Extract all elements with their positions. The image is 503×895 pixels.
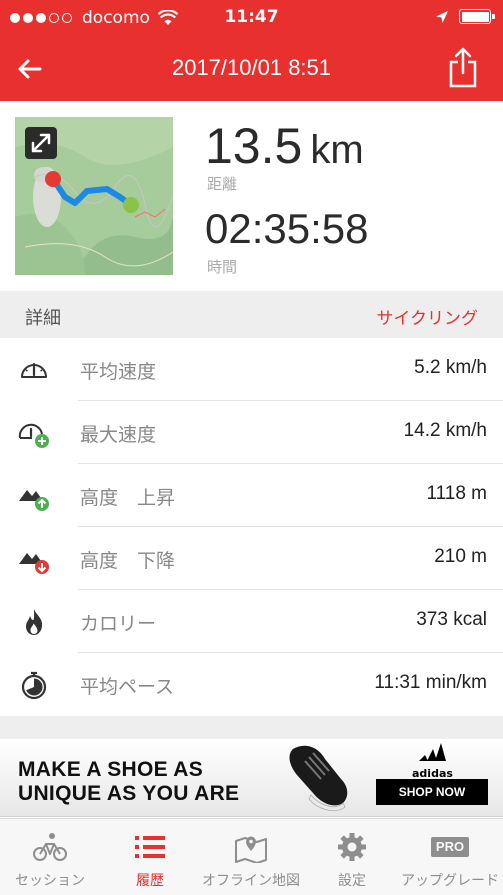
tab-session[interactable]: セッション	[0, 819, 100, 895]
detail-row-avg-speed: 平均速度 5.2 km/h	[0, 338, 503, 401]
page-title: 2017/10/01 8:51	[171, 55, 332, 80]
ad-headline-line-2: UNIQUE AS YOU ARE	[18, 782, 240, 805]
distance-value: 13.5 km	[205, 117, 364, 175]
tab-label: 履歴	[136, 873, 164, 889]
detail-label: 最大速度	[80, 424, 157, 446]
expand-map-icon[interactable]	[25, 127, 57, 159]
cyclist-icon	[33, 833, 67, 861]
details-section-header: 詳細 サイクリング	[0, 291, 503, 338]
detail-value: 14.2 km/h	[403, 420, 487, 441]
list-icon	[135, 836, 165, 858]
detail-label: 平均速度	[80, 361, 157, 383]
pro-badge-text: PRO	[435, 839, 465, 854]
tab-label: 設定	[338, 873, 366, 889]
status-time: 11:47	[224, 7, 279, 27]
nav-bar: 2017/10/01 8:51	[0, 36, 503, 101]
share-icon[interactable]	[447, 46, 479, 88]
distance-unit: km	[310, 128, 364, 172]
tab-label: オフライン地図	[202, 873, 300, 889]
detail-label: 高度 下降	[80, 550, 176, 572]
duration-value: 02:35:58	[205, 205, 369, 252]
speedometer-icon	[21, 363, 47, 378]
status-right	[435, 9, 495, 24]
details-title: 詳細	[25, 308, 61, 329]
tab-label: セッション	[15, 873, 85, 889]
shoe-image	[289, 745, 348, 812]
detail-value: 373 kcal	[416, 609, 487, 630]
detail-row-elevation-loss: 高度 下降 210 m	[0, 527, 503, 590]
activity-type-link[interactable]: サイクリング	[376, 304, 478, 329]
ad-spacer	[0, 716, 503, 739]
map-pin-icon	[235, 836, 267, 863]
detail-value: 11:31 min/km	[374, 672, 487, 693]
detail-row-calories: カロリー 373 kcal	[0, 590, 503, 653]
tab-offline-map[interactable]: オフライン地図	[195, 819, 307, 895]
ad-banner[interactable]: MAKE A SHOE AS UNIQUE AS YOU ARE adidas …	[0, 739, 503, 817]
distance-label: 距離	[207, 175, 238, 193]
stopwatch-icon	[21, 671, 47, 700]
detail-row-avg-pace: 平均ペース 11:31 min/km	[0, 653, 503, 716]
tab-label: アップグレード	[401, 873, 499, 889]
battery-icon	[459, 9, 495, 24]
elevation-down-icon	[19, 553, 49, 574]
tab-bar: セッション 履歴 オフライン地図 設定 PRO アップグレード	[0, 818, 503, 895]
status-bar: docomo 11:47	[0, 0, 503, 36]
details-list: 平均速度 5.2 km/h 最大速度 14.2 km/h 高度 上昇 1118 …	[0, 338, 503, 716]
detail-value: 1118 m	[426, 483, 487, 504]
gear-icon	[338, 833, 366, 861]
detail-row-max-speed: 最大速度 14.2 km/h	[0, 401, 503, 464]
route-map-thumbnail[interactable]	[15, 117, 173, 275]
detail-value: 210 m	[434, 546, 487, 567]
ad-headline: MAKE A SHOE AS UNIQUE AS YOU ARE	[18, 758, 239, 806]
elevation-up-icon	[19, 490, 49, 511]
detail-label: 平均ペース	[80, 676, 175, 698]
pro-badge-icon: PRO	[431, 837, 469, 857]
session-summary: 13.5 km 距離 02:35:58 時間	[0, 101, 503, 291]
adidas-stripes-icon	[419, 743, 446, 761]
ad-headline-line-1: MAKE A SHOE AS	[18, 758, 204, 781]
detail-row-elevation-gain: 高度 上昇 1118 m	[0, 464, 503, 527]
tab-upgrade[interactable]: PRO アップグレード	[397, 819, 503, 895]
header-bar: docomo 11:47 2017/10/01 8:51	[0, 0, 503, 101]
tab-settings[interactable]: 設定	[307, 819, 397, 895]
adidas-logo: adidas	[412, 743, 453, 780]
detail-label: カロリー	[80, 613, 157, 635]
distance-number: 13.5	[205, 118, 303, 174]
duration-label: 時間	[207, 258, 238, 276]
detail-label: 高度 上昇	[80, 487, 176, 509]
ad-shop-now-button[interactable]: SHOP NOW	[376, 779, 488, 805]
flame-icon	[26, 609, 43, 635]
speedometer-plus-icon	[18, 423, 49, 448]
location-arrow-icon	[436, 10, 448, 23]
detail-value: 5.2 km/h	[414, 357, 487, 378]
tab-history[interactable]: 履歴	[100, 819, 200, 895]
